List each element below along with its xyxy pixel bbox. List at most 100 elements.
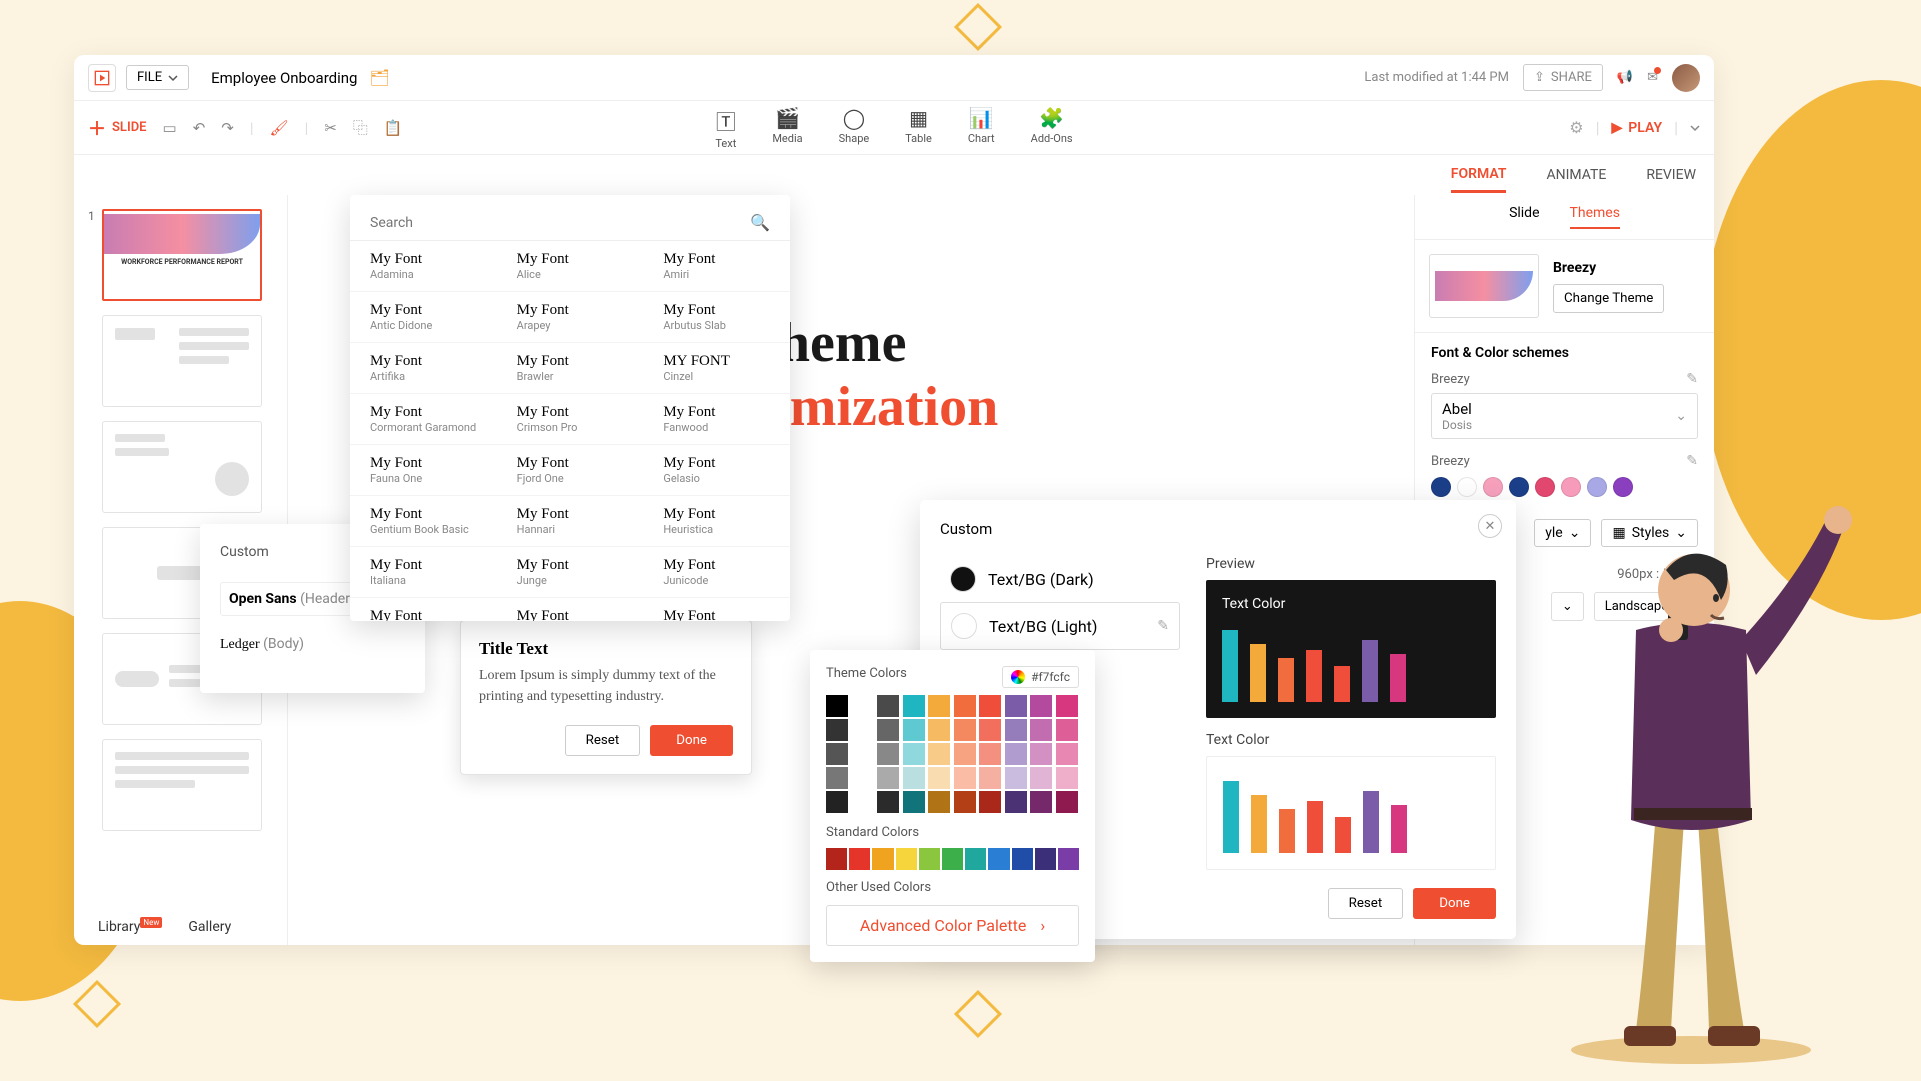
font-option[interactable]: My FontJunicode <box>643 547 790 598</box>
play-button[interactable]: ▶ PLAY <box>1612 120 1663 136</box>
color-cell[interactable] <box>979 695 1001 717</box>
bottom-tab-gallery[interactable]: Gallery <box>188 919 231 935</box>
tab-animate[interactable]: ANIMATE <box>1546 159 1606 191</box>
color-cell[interactable] <box>1056 791 1078 813</box>
color-cell[interactable] <box>928 767 950 789</box>
color-cell[interactable] <box>872 848 893 870</box>
color-cell[interactable] <box>1056 743 1078 765</box>
color-cell[interactable] <box>826 695 848 717</box>
font-option[interactable]: My Font <box>643 598 790 621</box>
color-cell[interactable] <box>1030 743 1052 765</box>
insert-media[interactable]: 🎬Media <box>772 106 802 150</box>
font-option[interactable]: My FontArapey <box>497 292 644 343</box>
color-cell[interactable] <box>988 848 1009 870</box>
color-cell[interactable] <box>877 719 899 741</box>
font-option[interactable]: My FontFjord One <box>497 445 644 496</box>
color-cell[interactable] <box>954 695 976 717</box>
subtab-themes[interactable]: Themes <box>1570 205 1620 229</box>
color-cell[interactable] <box>928 743 950 765</box>
color-swatch[interactable] <box>1431 477 1451 497</box>
color-cell[interactable] <box>1056 719 1078 741</box>
chevron-down-icon[interactable] <box>1690 123 1700 133</box>
color-cell[interactable] <box>1030 767 1052 789</box>
font-option[interactable]: My FontCormorant Garamond <box>350 394 497 445</box>
advanced-palette-button[interactable]: Advanced Color Palette › <box>826 905 1079 946</box>
color-cell[interactable] <box>954 719 976 741</box>
color-cell[interactable] <box>954 791 976 813</box>
color-cell[interactable] <box>1056 695 1078 717</box>
bg-option-dark[interactable]: Text/BG (Dark) <box>940 556 1180 602</box>
color-cell[interactable] <box>979 743 1001 765</box>
insert-chart[interactable]: 📊Chart <box>968 106 995 150</box>
layout-option[interactable] <box>102 739 262 831</box>
color-swatch[interactable] <box>1483 477 1503 497</box>
tab-format[interactable]: FORMAT <box>1451 158 1507 193</box>
add-slide-button[interactable]: ＋ SLIDE <box>88 115 147 141</box>
font-search-input[interactable] <box>370 215 750 231</box>
color-cell[interactable] <box>954 743 976 765</box>
font-option[interactable]: My FontFanwood <box>643 394 790 445</box>
done-button[interactable]: Done <box>1413 888 1496 919</box>
folder-icon[interactable]: 🗂 <box>369 68 389 87</box>
color-cell[interactable] <box>1005 767 1027 789</box>
color-cell[interactable] <box>877 695 899 717</box>
color-cell[interactable] <box>826 743 848 765</box>
font-option[interactable]: My FontGelasio <box>643 445 790 496</box>
color-cell[interactable] <box>1005 719 1027 741</box>
change-theme-button[interactable]: Change Theme <box>1553 284 1664 313</box>
bottom-tab-library[interactable]: LibraryNew <box>98 919 162 935</box>
color-cell[interactable] <box>826 791 848 813</box>
user-avatar[interactable] <box>1672 64 1700 92</box>
subtab-slide[interactable]: Slide <box>1509 205 1539 229</box>
font-option[interactable]: My FontAmiri <box>643 241 790 292</box>
color-cell[interactable] <box>1030 719 1052 741</box>
font-option[interactable]: My FontJunge <box>497 547 644 598</box>
megaphone-icon[interactable]: 📢 <box>1617 70 1633 85</box>
color-cell[interactable] <box>919 848 940 870</box>
font-option[interactable]: My FontHannari <box>497 496 644 547</box>
color-cell[interactable] <box>903 791 925 813</box>
paste-icon[interactable]: 📋 <box>384 119 403 137</box>
reset-button[interactable]: Reset <box>565 725 641 756</box>
hex-input[interactable]: #f7fcfc <box>1002 666 1079 688</box>
close-icon[interactable]: ✕ <box>1478 514 1502 538</box>
color-cell[interactable] <box>979 719 1001 741</box>
color-cell[interactable] <box>896 848 917 870</box>
tab-review[interactable]: REVIEW <box>1646 159 1696 191</box>
layout-icon[interactable]: ▭ <box>163 119 177 137</box>
color-swatch[interactable] <box>1457 477 1477 497</box>
color-cell[interactable] <box>928 791 950 813</box>
edit-color-scheme-icon[interactable]: ✎ <box>1686 453 1698 469</box>
color-cell[interactable] <box>903 767 925 789</box>
insert-addons[interactable]: 🧩Add-Ons <box>1031 106 1073 150</box>
color-cell[interactable] <box>979 791 1001 813</box>
share-button[interactable]: ⇪ SHARE <box>1523 64 1603 91</box>
bg-option-light[interactable]: Text/BG (Light) ✎ <box>940 602 1180 650</box>
color-cell[interactable] <box>826 767 848 789</box>
font-option[interactable]: My FontArtifika <box>350 343 497 394</box>
mail-icon[interactable]: ✉ <box>1647 70 1658 85</box>
color-cell[interactable] <box>1012 848 1033 870</box>
font-option[interactable]: My FontArbutus Slab <box>643 292 790 343</box>
undo-icon[interactable]: ↶ <box>193 119 206 137</box>
color-cell[interactable] <box>826 848 847 870</box>
edit-icon[interactable]: ✎ <box>1157 618 1169 634</box>
color-cell[interactable] <box>1058 848 1079 870</box>
font-option[interactable]: My FontFauna One <box>350 445 497 496</box>
edit-font-scheme-icon[interactable]: ✎ <box>1686 371 1698 387</box>
color-cell[interactable] <box>954 767 976 789</box>
font-scheme-select[interactable]: Abel Dosis ⌄ <box>1431 393 1698 439</box>
color-cell[interactable] <box>979 767 1001 789</box>
font-option[interactable]: My FontGentium Book Basic <box>350 496 497 547</box>
color-cell[interactable] <box>965 848 986 870</box>
color-cell[interactable] <box>942 848 963 870</box>
color-cell[interactable] <box>903 743 925 765</box>
font-option[interactable]: My FontAntic Didone <box>350 292 497 343</box>
document-title[interactable]: Employee Onboarding <box>211 69 357 87</box>
font-option[interactable]: My FontHeuristica <box>643 496 790 547</box>
insert-text[interactable]: 🅃Text <box>715 106 736 150</box>
color-cell[interactable] <box>928 695 950 717</box>
color-cell[interactable] <box>877 767 899 789</box>
font-option[interactable]: My FontAdamina <box>350 241 497 292</box>
color-cell[interactable] <box>1005 791 1027 813</box>
